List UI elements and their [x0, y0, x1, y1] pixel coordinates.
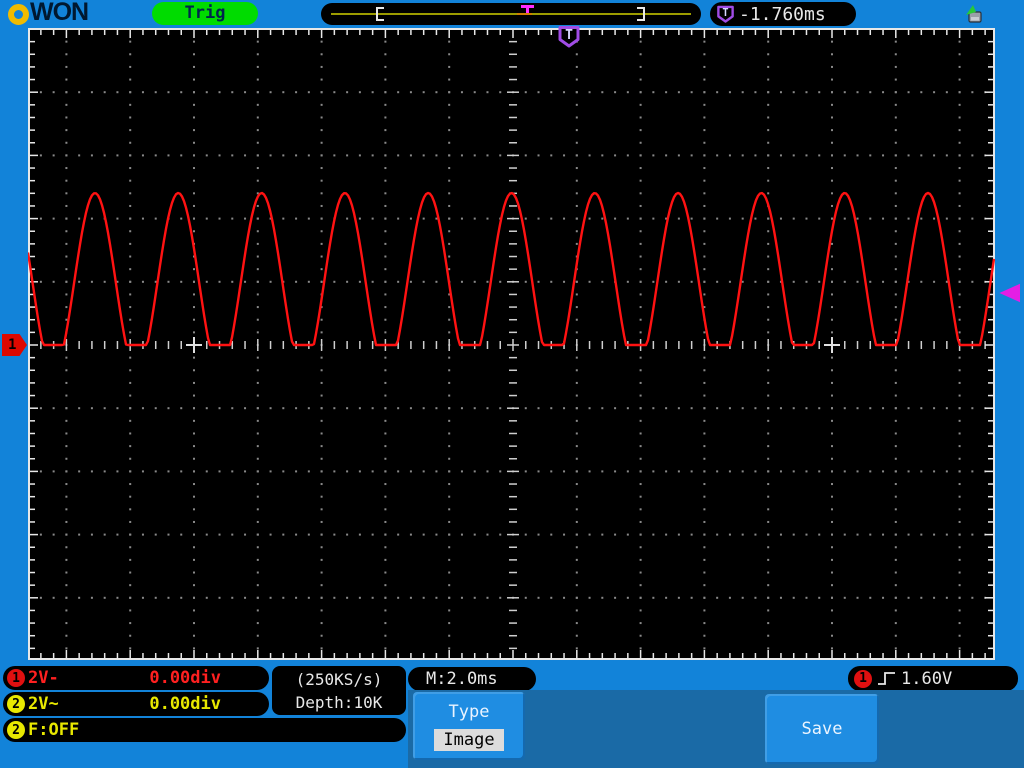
- trigger-offset-readout: T -1.760ms: [710, 2, 856, 26]
- memory-depth: Depth:10K: [295, 692, 383, 712]
- graticule: [28, 28, 995, 660]
- oscilloscope-screen: WON Trig T -1.760ms 1 T 1 2V- 0.00div 2 …: [0, 0, 1024, 768]
- channel2-status-pill: 2 2V~ 0.00div: [3, 692, 269, 716]
- record-window-right-bracket: [637, 7, 645, 21]
- sample-rate: (250KS/s): [295, 669, 383, 689]
- trigger-level-arrow-icon: [999, 283, 1020, 303]
- owon-logo-text: WON: [30, 0, 89, 26]
- channel1-position: 0.00div: [149, 668, 221, 688]
- type-selected-value: Image: [434, 728, 504, 751]
- rising-edge-icon: [878, 672, 895, 685]
- fft-badge: 2: [7, 721, 25, 739]
- record-trigger-marker-icon: [521, 5, 534, 13]
- svg-text:T: T: [722, 7, 728, 19]
- waveform-display-area: [28, 28, 995, 660]
- save-button[interactable]: Save: [765, 694, 879, 764]
- fft-status-pill: 2 F:OFF: [3, 718, 406, 742]
- channel1-status-pill: 1 2V- 0.00div: [3, 666, 269, 690]
- acquisition-info-box: (250KS/s) Depth:10K: [272, 666, 406, 715]
- record-trigger-tick: [517, 13, 532, 15]
- trigger-level-value: 1.60V: [901, 668, 953, 689]
- usb-storage-icon: [966, 5, 982, 23]
- channel1-badge: 1: [7, 669, 25, 687]
- type-label: Type: [448, 701, 490, 722]
- channel1-scale: 2V-: [28, 668, 59, 688]
- fft-status: F:OFF: [28, 720, 80, 740]
- channel1-zero-marker: 1: [2, 334, 27, 356]
- timebase-readout: M:2.0ms: [408, 667, 536, 691]
- trig-status-badge: Trig: [152, 2, 258, 25]
- top-status-bar: WON Trig T -1.760ms: [0, 0, 1024, 28]
- trigger-position-shield-icon: T: [558, 26, 580, 48]
- channel2-scale: 2V~: [28, 694, 59, 714]
- owon-logo-o-icon: [8, 3, 29, 25]
- channel2-badge: 2: [7, 695, 25, 713]
- trigger-level-readout: 1 1.60V: [848, 666, 1018, 691]
- record-position-bar: [321, 3, 701, 25]
- owon-logo: WON: [8, 0, 89, 27]
- type-button[interactable]: Type Image: [413, 692, 525, 760]
- save-label: Save: [801, 719, 843, 739]
- record-window-left-bracket: [376, 7, 384, 21]
- trigger-source-badge: 1: [854, 669, 872, 688]
- svg-text:T: T: [565, 28, 573, 43]
- trigger-offset-value: -1.760ms: [739, 3, 826, 25]
- trigger-shield-icon: T: [717, 5, 734, 23]
- channel2-position: 0.00div: [149, 694, 221, 714]
